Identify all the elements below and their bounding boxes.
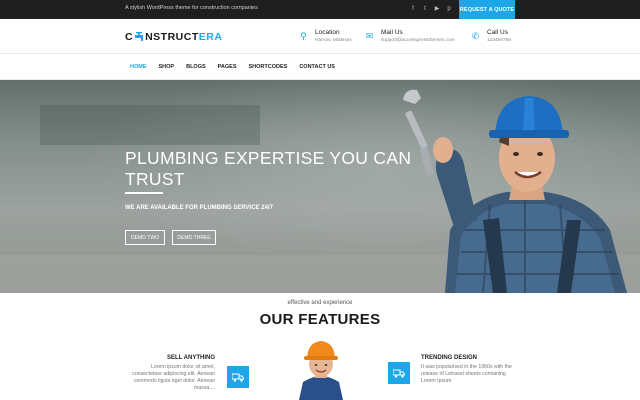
contact-title: Call Us bbox=[487, 29, 508, 36]
feature-description: Lorem ipsum dolor sit amet, consectetuer… bbox=[132, 364, 215, 391]
phone-icon: ✆ bbox=[471, 31, 480, 41]
demo-two-button[interactable]: DEMO TWO bbox=[125, 230, 165, 245]
delivery-truck-icon bbox=[388, 362, 410, 384]
nav-item-shortcodes[interactable]: SHORTCODES bbox=[249, 64, 288, 70]
feature-title: SELL ANYTHING bbox=[166, 355, 215, 361]
mail-icon: ✉ bbox=[365, 31, 374, 41]
hero-subheadline: WE ARE AVAILABLE FOR PLUMBING SERVICE 24… bbox=[125, 205, 273, 211]
contact-detail: Harrow, Midlesex bbox=[315, 38, 352, 43]
feature-description: It was popularised in the 1960s with the… bbox=[421, 364, 512, 384]
features-title: OUR FEATURES bbox=[259, 311, 381, 328]
facebook-icon[interactable]: f bbox=[410, 4, 416, 14]
main-navigation: HOME SHOP BLOGS PAGES SHORTCODES CONTACT… bbox=[0, 55, 640, 80]
contact-detail[interactable]: 123456789 bbox=[487, 37, 511, 44]
site-header: C NSTRUCT ERA ⚲ Location Harrow, Midlesex… bbox=[0, 19, 640, 54]
contact-title: Location bbox=[315, 29, 340, 36]
top-bar: A stylish WordPress theme for constructi… bbox=[0, 0, 640, 19]
twitter-icon[interactable]: t bbox=[422, 4, 428, 14]
logo-text-accent: ERA bbox=[198, 31, 223, 43]
hero-headline: PLUMBING EXPERTISE YOU CAN TRUST bbox=[125, 148, 412, 189]
nav-item-pages[interactable]: PAGES bbox=[218, 64, 237, 70]
pinterest-icon[interactable]: p bbox=[446, 4, 452, 14]
hero-divider bbox=[125, 192, 163, 194]
faucet-icon bbox=[134, 32, 144, 42]
social-links: f t ▶ p in bbox=[410, 4, 464, 14]
youtube-icon[interactable]: ▶ bbox=[434, 4, 440, 14]
feature-title: TRENDING DESIGN bbox=[421, 355, 478, 361]
worker-image bbox=[299, 341, 343, 400]
truck-icon bbox=[227, 366, 249, 388]
logo-text: NSTRUCT bbox=[145, 31, 199, 43]
request-quote-button[interactable]: REQUEST A QUOTE bbox=[459, 0, 515, 19]
nav-item-contact-us[interactable]: CONTACT US bbox=[299, 64, 335, 70]
nav-item-shop[interactable]: SHOP bbox=[159, 64, 175, 70]
site-tagline: A stylish WordPress theme for constructi… bbox=[125, 5, 258, 11]
hero-banner: PLUMBING EXPERTISE YOU CAN TRUST WE ARE … bbox=[0, 80, 640, 293]
contact-phone: ✆ Call Us 123456789 bbox=[470, 29, 511, 44]
feature-trending-design: TRENDING DESIGN It was popularised in th… bbox=[421, 355, 516, 385]
nav-item-blogs[interactable]: BLOGS bbox=[186, 64, 206, 70]
site-logo[interactable]: C NSTRUCT ERA bbox=[125, 31, 222, 43]
feature-sell-anything: SELL ANYTHING Lorem ipsum dolor sit amet… bbox=[125, 355, 215, 392]
features-eyebrow: effective and experience bbox=[287, 300, 353, 306]
contact-location: ⚲ Location Harrow, Midlesex bbox=[298, 29, 352, 44]
map-pin-icon: ⚲ bbox=[300, 31, 307, 41]
logo-letter-c: C bbox=[125, 31, 134, 43]
demo-three-button[interactable]: DEMO THREE bbox=[172, 230, 216, 245]
contact-mail: ✉ Mail Us support@accesspressthemes.com bbox=[364, 29, 455, 44]
contact-detail[interactable]: support@accesspressthemes.com bbox=[381, 37, 455, 44]
nav-item-home[interactable]: HOME bbox=[130, 64, 147, 70]
contact-title: Mail Us bbox=[381, 29, 403, 36]
